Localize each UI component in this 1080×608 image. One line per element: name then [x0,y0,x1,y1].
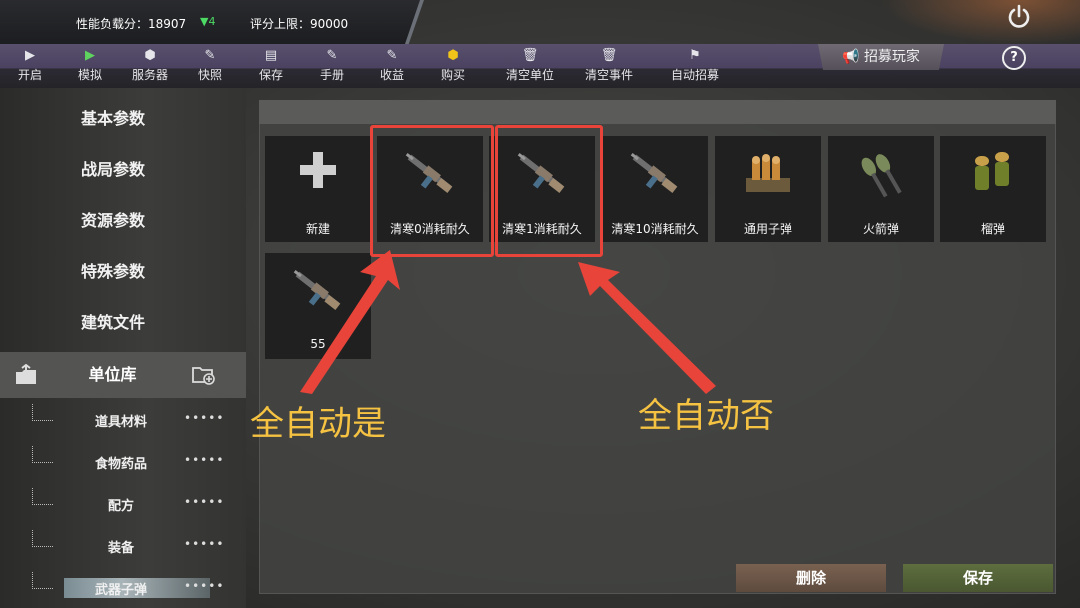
annotation-arrows [300,250,716,394]
annotation-full-auto-no: 全自动否 [638,396,774,436]
annotation-full-auto-yes: 全自动是 [250,404,386,444]
arrow-left [300,250,400,394]
save-button[interactable]: 保存 [903,564,1053,592]
delete-button[interactable]: 删除 [736,564,886,592]
arrow-right [578,262,716,394]
